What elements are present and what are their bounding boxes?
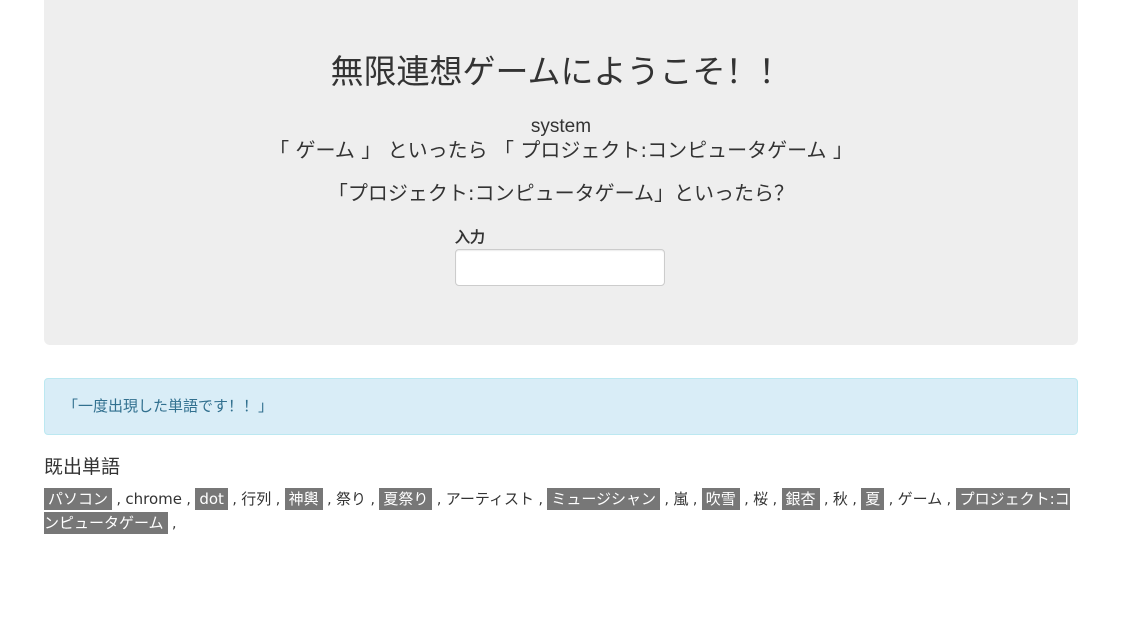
used-word: chrome	[125, 490, 182, 508]
word-separator: ,	[271, 492, 285, 508]
word-separator: ,	[534, 492, 548, 508]
used-word: 夏祭り	[379, 488, 433, 510]
used-word: アーティスト	[445, 490, 534, 508]
word-separator: ,	[847, 492, 862, 508]
word-separator: ,	[660, 492, 674, 508]
input-label: 入力	[455, 229, 486, 246]
used-word: 秋	[832, 490, 848, 508]
word-separator: ,	[181, 492, 196, 508]
word-separator: ,	[884, 492, 898, 508]
association-question: 「プロジェクト:コンピュータゲーム」といったら？	[327, 181, 795, 205]
used-word: 銀杏	[781, 488, 820, 510]
used-word: 桜	[753, 490, 769, 508]
word-separator: ,	[322, 492, 337, 508]
used-word: 祭り	[336, 490, 367, 508]
used-word: ミュージシャン	[547, 488, 661, 510]
word-separator: ,	[366, 492, 380, 508]
used-word: ゲーム	[897, 490, 943, 508]
word-separator: ,	[942, 492, 956, 508]
used-word: dot	[195, 488, 228, 510]
answer-input[interactable]	[455, 249, 665, 286]
word-separator: ,	[167, 516, 177, 532]
used-word: 吹雪	[701, 488, 740, 510]
used-words-list: パソコン , chrome , dot , 行列 , 神輿 , 祭り , 夏祭り…	[44, 488, 1074, 536]
alert-message: 「一度出現した単語です！！」	[44, 378, 1078, 435]
used-word: パソコン	[44, 488, 113, 510]
word-separator: ,	[819, 492, 833, 508]
page-title: 無限連想ゲームにようこそ！！	[330, 52, 792, 91]
speaker-label: system	[530, 116, 592, 137]
used-word: 嵐	[673, 490, 689, 508]
word-separator: ,	[688, 492, 702, 508]
used-word: 神輿	[284, 488, 323, 510]
word-separator: ,	[112, 492, 126, 508]
word-separator: ,	[768, 492, 782, 508]
association-statement: 「 ゲーム 」 といったら 「 プロジェクト:コンピュータゲーム 」	[269, 138, 853, 162]
word-separator: ,	[432, 492, 446, 508]
game-panel: 無限連想ゲームにようこそ！！ system 「 ゲーム 」 といったら 「 プロ…	[44, 0, 1078, 345]
word-separator: ,	[739, 492, 754, 508]
word-separator: ,	[227, 492, 242, 508]
used-word: 行列	[241, 490, 272, 508]
used-words-heading: 既出単語	[44, 456, 121, 478]
used-word: 夏	[861, 488, 885, 510]
